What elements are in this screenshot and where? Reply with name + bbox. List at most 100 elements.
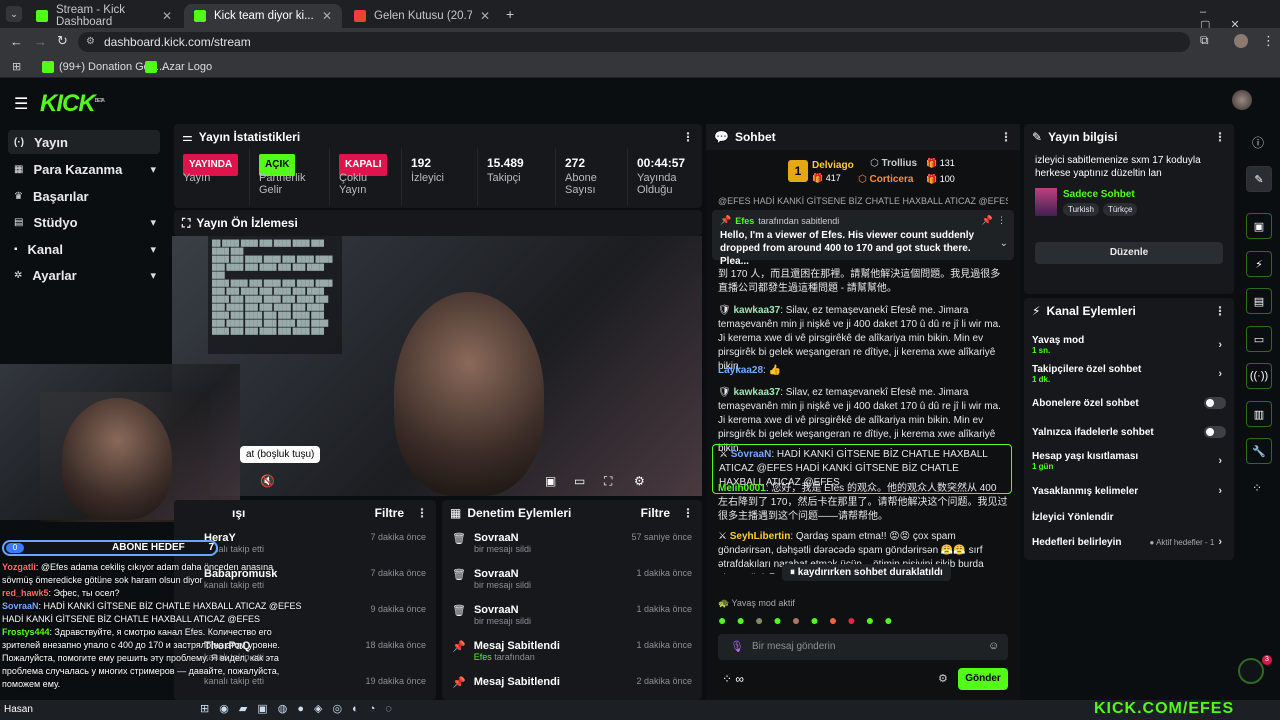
sidebar-item-studyo[interactable]: ▤ Stüdyo ▾ [8, 210, 160, 234]
moderation-filter-button[interactable]: Filtre [641, 506, 670, 520]
tab-search-button[interactable]: ⌄ [6, 6, 22, 22]
kebab-menu-icon[interactable]: ⋮ [416, 506, 428, 520]
reload-icon[interactable]: ↻ [57, 33, 68, 49]
chat-paused-banner[interactable]: ⏸ kaydırırken sohbet duraklatıldı [782, 564, 951, 581]
kebab-menu-icon[interactable]: ⋮ [1214, 304, 1226, 318]
address-bar[interactable]: dashboard.kick.com/stream [78, 32, 1190, 52]
kebab-menu-icon[interactable]: ⋮ [682, 506, 694, 520]
extensions-icon[interactable]: ⧉ [1200, 33, 1209, 48]
action-slow-mode[interactable]: Yavaş mod 1 sn. › [1024, 332, 1234, 358]
taskbar-app-icon[interactable]: ◍ [278, 702, 288, 715]
sidebar-item-ayarlar[interactable]: ✲ Ayarlar ▾ [8, 263, 160, 287]
edit-button[interactable]: Düzenle [1035, 242, 1223, 264]
taskbar-app-icon[interactable]: ◐ [352, 703, 359, 715]
chat-input[interactable]: Bir mesaj gönderin [718, 634, 1008, 660]
sidebar-item-basarilar[interactable]: ♛ Başarılar [8, 184, 160, 208]
bookmark-azar-logo[interactable]: Azar Logo [145, 59, 212, 75]
sidebar-item-para-kazanma[interactable]: ▦ Para Kazanma ▾ [8, 157, 160, 181]
taskbar-app-icon[interactable]: ◌ [385, 703, 392, 715]
wrench-tool-button[interactable]: 🔧 [1246, 438, 1272, 464]
points-icon[interactable]: ⁘ ∞ [722, 672, 744, 686]
theater-icon[interactable]: ▭ [574, 474, 585, 488]
emote-icon[interactable]: ● [792, 612, 800, 628]
kebab-menu-icon[interactable]: ⋮ [997, 215, 1006, 226]
taskbar-app-icon[interactable]: ◈ [314, 702, 322, 715]
emote-icon[interactable]: ● [866, 612, 874, 628]
fullscreen-icon[interactable]: ⛶ [604, 474, 612, 489]
browser-menu-icon[interactable]: ⋮ [1262, 33, 1275, 49]
new-tab-icon[interactable]: + [506, 6, 514, 22]
unpin-icon[interactable]: 📌 [982, 215, 993, 226]
emote-icon[interactable]: ● [773, 612, 781, 628]
browser-tab-gmail[interactable]: Gelen Kutusu (20.750) - senefe...✕ [344, 4, 500, 28]
action-goals[interactable]: Hedefleri belirleyin ● Aktif hedefler - 1… [1024, 529, 1234, 555]
leader-name[interactable]: ⬡ Corticera [858, 174, 913, 185]
forward-icon[interactable]: → [34, 34, 47, 49]
browser-tab-kick-team[interactable]: Kick team diyor ki... ✕ [184, 4, 342, 28]
action-account-age[interactable]: Hesap yaşı kısıtlaması 1 gün › [1024, 448, 1234, 474]
emote-icon[interactable]: ● [884, 612, 892, 628]
category-link[interactable]: Sadece Sohbet [1063, 189, 1137, 200]
broadcast-tool-button[interactable]: ((·)) [1246, 363, 1272, 389]
action-subscribers-only[interactable]: Abonelere özel sohbet [1024, 390, 1234, 416]
chat-settings-gear-icon[interactable]: ⚙ [938, 672, 948, 685]
apps-grid-icon[interactable]: ⊞ [12, 60, 21, 73]
folder-icon[interactable]: ▰ [239, 702, 247, 715]
tag-chip[interactable]: Turkish [1063, 202, 1099, 216]
leader-name[interactable]: Delviago [812, 160, 854, 171]
emote-icon[interactable]: ● [810, 612, 818, 628]
user-avatar[interactable] [1232, 90, 1252, 110]
pip-icon[interactable]: ▣ [545, 474, 556, 488]
clip-tool-button[interactable]: ▣ [1246, 213, 1272, 239]
discord-icon[interactable]: ◔ [369, 703, 376, 715]
kick-logo[interactable]: KICKBETA [40, 90, 105, 118]
emoji-icon[interactable]: ☺ [988, 640, 999, 652]
back-icon[interactable]: ← [10, 34, 23, 49]
browser-tab-dashboard[interactable]: Stream - Kick Dashboard ✕ [26, 4, 182, 28]
emote-icon[interactable]: ● [755, 612, 763, 628]
send-button[interactable]: Gönder [958, 668, 1008, 690]
leader-name[interactable]: ⬡ Trollius [870, 158, 917, 169]
kebab-menu-icon[interactable]: ⋮ [1000, 130, 1012, 144]
emote-icon[interactable]: ● [718, 612, 726, 628]
emote-icon[interactable]: ● [736, 612, 744, 628]
action-host[interactable]: İzleyici Yönlendir [1024, 504, 1234, 530]
taskbar-app-icon[interactable]: ● [297, 703, 304, 715]
hamburger-menu-icon[interactable]: ☰ [14, 94, 28, 114]
windows-start-icon[interactable]: ⊞ [200, 702, 209, 715]
sidebar-item-yayin[interactable]: (·) Yayın [8, 130, 160, 154]
tag-chip[interactable]: Türkçe [1102, 202, 1138, 216]
action-emote-only[interactable]: Yalnızca ifadelerle sohbet [1024, 419, 1234, 445]
lightning-tool-button[interactable]: ⚡ [1246, 251, 1272, 277]
site-info-icon[interactable]: ⚙ [86, 36, 95, 47]
taskbar-app-icon[interactable]: ▣ [257, 702, 267, 715]
close-icon[interactable]: ✕ [480, 9, 490, 23]
taskbar-app-icon[interactable]: ◉ [219, 702, 229, 715]
mute-icon[interactable]: 🔇 [260, 474, 275, 488]
chat-tool-button[interactable]: ▭ [1246, 326, 1272, 352]
emote-icon[interactable]: ● [829, 612, 837, 628]
edit-tool-button[interactable]: ✎ [1246, 166, 1272, 192]
action-followers-only[interactable]: Takipçilere özel sohbet 1 dk. › [1024, 361, 1234, 387]
sidebar-item-kanal[interactable]: ▪ Kanal ▾ [8, 237, 160, 261]
stream-preview-video[interactable]: ██ ████ ████ ███ ████ ████ ███ ████ ███ █… [172, 236, 702, 496]
action-banned-words[interactable]: Yasaklanmış kelimeler › [1024, 478, 1234, 504]
floating-kick-button[interactable] [1238, 658, 1264, 684]
notes-tool-button[interactable]: ▤ [1246, 288, 1272, 314]
profile-avatar[interactable] [1234, 34, 1248, 48]
kebab-menu-icon[interactable]: ⋮ [1214, 130, 1226, 144]
chevron-down-icon[interactable]: ⌄ [1000, 238, 1008, 249]
emote-icon[interactable]: ● [847, 612, 855, 628]
toggle-switch[interactable] [1204, 397, 1226, 409]
kebab-menu-icon[interactable]: ⋮ [682, 130, 694, 144]
settings-gear-icon[interactable]: ⚙ [634, 474, 645, 488]
chrome-icon[interactable]: ◎ [332, 702, 342, 715]
close-icon[interactable]: ✕ [162, 9, 172, 23]
close-icon[interactable]: ✕ [322, 9, 332, 23]
toggle-switch[interactable] [1204, 426, 1226, 438]
kick-emote-icon[interactable]: 🎙 [730, 640, 744, 653]
more-tools-icon[interactable]: ⁘ [1252, 481, 1262, 495]
info-icon[interactable]: ⓘ [1252, 134, 1264, 151]
layout-tool-button[interactable]: ▥ [1246, 401, 1272, 427]
activity-filter-button[interactable]: Filtre [375, 506, 404, 520]
